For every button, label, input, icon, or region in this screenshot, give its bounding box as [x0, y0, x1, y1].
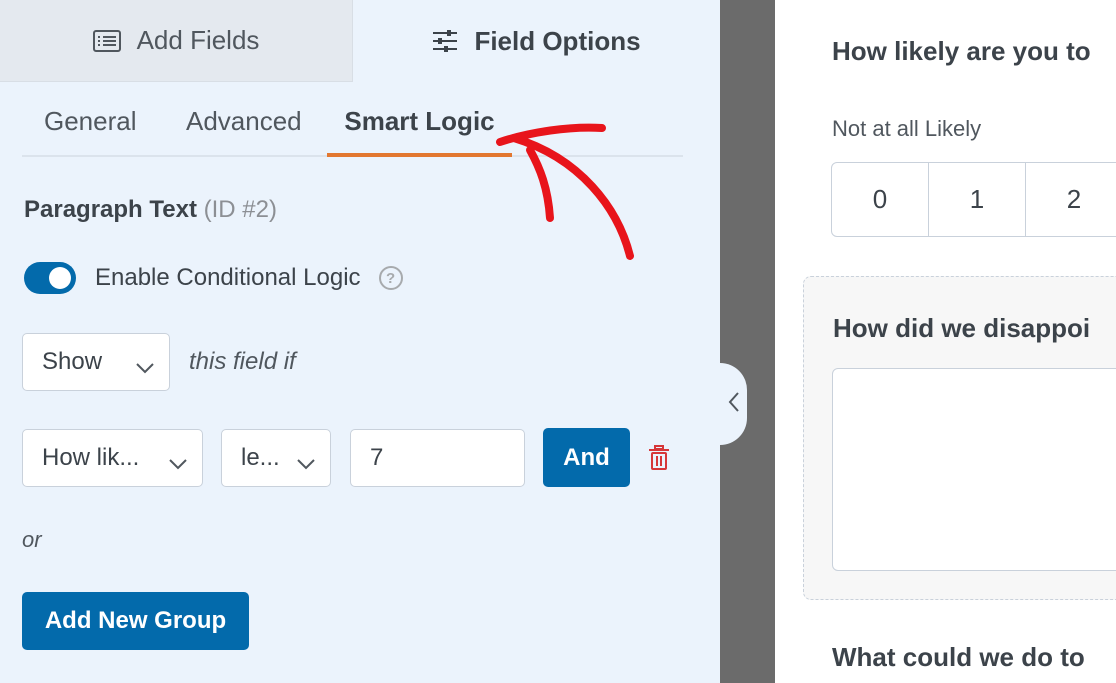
- conditional-logic-row: Enable Conditional Logic ?: [24, 262, 403, 294]
- tab-add-fields[interactable]: Add Fields: [0, 0, 353, 82]
- field-id: (ID #2): [203, 196, 277, 223]
- rule-operator-select[interactable]: le...: [221, 429, 331, 487]
- rule-value-input[interactable]: 7: [350, 429, 525, 487]
- scale-option[interactable]: 1: [929, 163, 1026, 236]
- question-improve: What could we do to: [832, 642, 1085, 672]
- rating-scale: 0 1 2: [831, 162, 1116, 237]
- action-select-value: Show: [42, 348, 103, 375]
- question-disappoint: How did we disappoi: [833, 313, 1091, 343]
- field-title: Paragraph Text (ID #2): [24, 196, 277, 224]
- conditional-logic-label: Enable Conditional Logic: [95, 264, 361, 291]
- form-preview: How likely are you to Not at all Likely …: [775, 0, 1116, 683]
- selected-field-preview[interactable]: How did we disappoi: [803, 276, 1116, 600]
- help-icon[interactable]: ?: [378, 266, 403, 290]
- chevron-down-icon: [296, 450, 316, 478]
- options-sub-tabs: General Advanced Smart Logic: [22, 82, 683, 157]
- paragraph-textarea[interactable]: [832, 368, 1116, 571]
- tab-advanced[interactable]: Advanced: [186, 106, 302, 157]
- field-options-panel: Add Fields Field Options General Advance…: [0, 0, 720, 683]
- and-button[interactable]: And: [543, 428, 630, 487]
- rule-field-value: How lik...: [42, 444, 140, 471]
- this-field-if-label: this field if: [189, 348, 296, 375]
- tab-smart-logic[interactable]: Smart Logic: [327, 106, 512, 157]
- rule-field-select[interactable]: How lik...: [22, 429, 203, 487]
- scale-option[interactable]: 2: [1026, 163, 1116, 236]
- trash-icon[interactable]: [648, 445, 670, 476]
- add-new-group-button[interactable]: Add New Group: [22, 592, 249, 650]
- tab-add-fields-label: Add Fields: [136, 25, 260, 55]
- conditional-logic-toggle[interactable]: [24, 262, 76, 294]
- panel-divider: [720, 0, 775, 683]
- scale-low-label: Not at all Likely: [832, 116, 982, 141]
- action-select[interactable]: Show: [22, 333, 170, 391]
- or-label: or: [22, 527, 42, 552]
- tab-field-options-label: Field Options: [474, 25, 641, 56]
- chevron-down-icon: [135, 354, 155, 382]
- chevron-down-icon: [168, 450, 188, 478]
- rule-operator-value: le...: [241, 444, 280, 471]
- tab-general[interactable]: General: [44, 106, 137, 157]
- scale-option[interactable]: 0: [832, 163, 929, 236]
- question-likelihood: How likely are you to: [832, 36, 1091, 66]
- chevron-left-icon: [727, 391, 741, 418]
- toggle-knob: [49, 267, 71, 289]
- field-name: Paragraph Text: [24, 196, 197, 223]
- panel-top-tabs: Add Fields Field Options: [0, 0, 720, 82]
- tab-field-options[interactable]: Field Options: [353, 0, 720, 82]
- sliders-icon: [432, 29, 458, 53]
- list-icon: [92, 29, 121, 52]
